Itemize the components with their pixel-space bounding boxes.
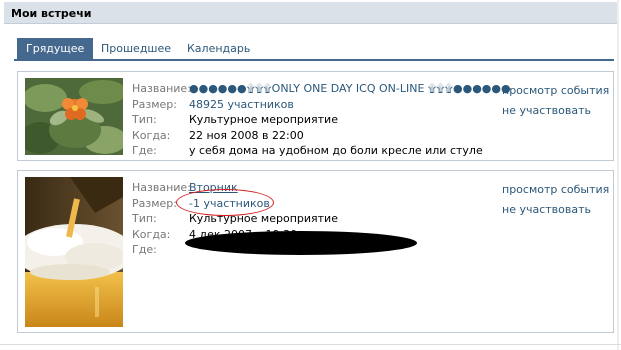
redaction-scribble	[185, 231, 417, 255]
right-edge	[617, 0, 619, 350]
event-name-link[interactable]: ●●●●●●۩۩۩ONLY ONE DAY ICQ ON-LINE ۩۩۩●●●…	[189, 82, 511, 96]
event-actions: просмотр события не участвовать	[502, 183, 609, 223]
event-type: Культурное мероприятие	[189, 113, 338, 126]
event-actions: просмотр события не участвовать	[502, 84, 609, 124]
tab-past[interactable]: Прошедшее	[92, 38, 180, 60]
event-size-link[interactable]: 48925 участников	[189, 98, 294, 111]
event-where: у себя дома на удобном до боли кресле ил…	[189, 144, 483, 157]
page-title: Мои встречи	[11, 7, 92, 20]
bottom-divider	[0, 344, 621, 345]
event-when: 22 ноя 2008 в 22:00	[189, 128, 304, 142]
type-label: Тип:	[132, 113, 157, 126]
event-image[interactable]	[25, 177, 123, 327]
when-label: Когда:	[132, 227, 171, 241]
view-event-link[interactable]: просмотр события	[502, 84, 609, 104]
name-label: Название:	[132, 82, 191, 95]
page: Мои встречи Грядущее Прошедшее Календарь	[0, 0, 621, 350]
name-label: Название:	[132, 181, 191, 194]
type-label: Тип:	[132, 212, 157, 225]
annotation-circle	[176, 189, 274, 216]
tabs-underline	[14, 59, 614, 61]
tab-upcoming[interactable]: Грядущее	[17, 38, 94, 60]
event-card: Название: Вторник Размер: -1 участников Ти…	[17, 170, 614, 333]
size-label: Размер:	[132, 97, 177, 111]
leave-event-link[interactable]: не участвовать	[502, 203, 609, 223]
leave-event-link[interactable]: не участвовать	[502, 104, 609, 124]
where-label: Где:	[132, 144, 157, 157]
size-label: Размер:	[132, 196, 177, 210]
where-label: Где:	[132, 243, 157, 256]
when-label: Когда:	[132, 128, 171, 142]
tab-calendar[interactable]: Календарь	[178, 38, 259, 60]
event-image[interactable]	[25, 78, 123, 155]
header-bar: Мои встречи	[4, 2, 617, 24]
view-event-link[interactable]: просмотр события	[502, 183, 609, 203]
event-card: Название: ●●●●●●۩۩۩ONLY ONE DAY ICQ ON-LI…	[17, 71, 614, 161]
